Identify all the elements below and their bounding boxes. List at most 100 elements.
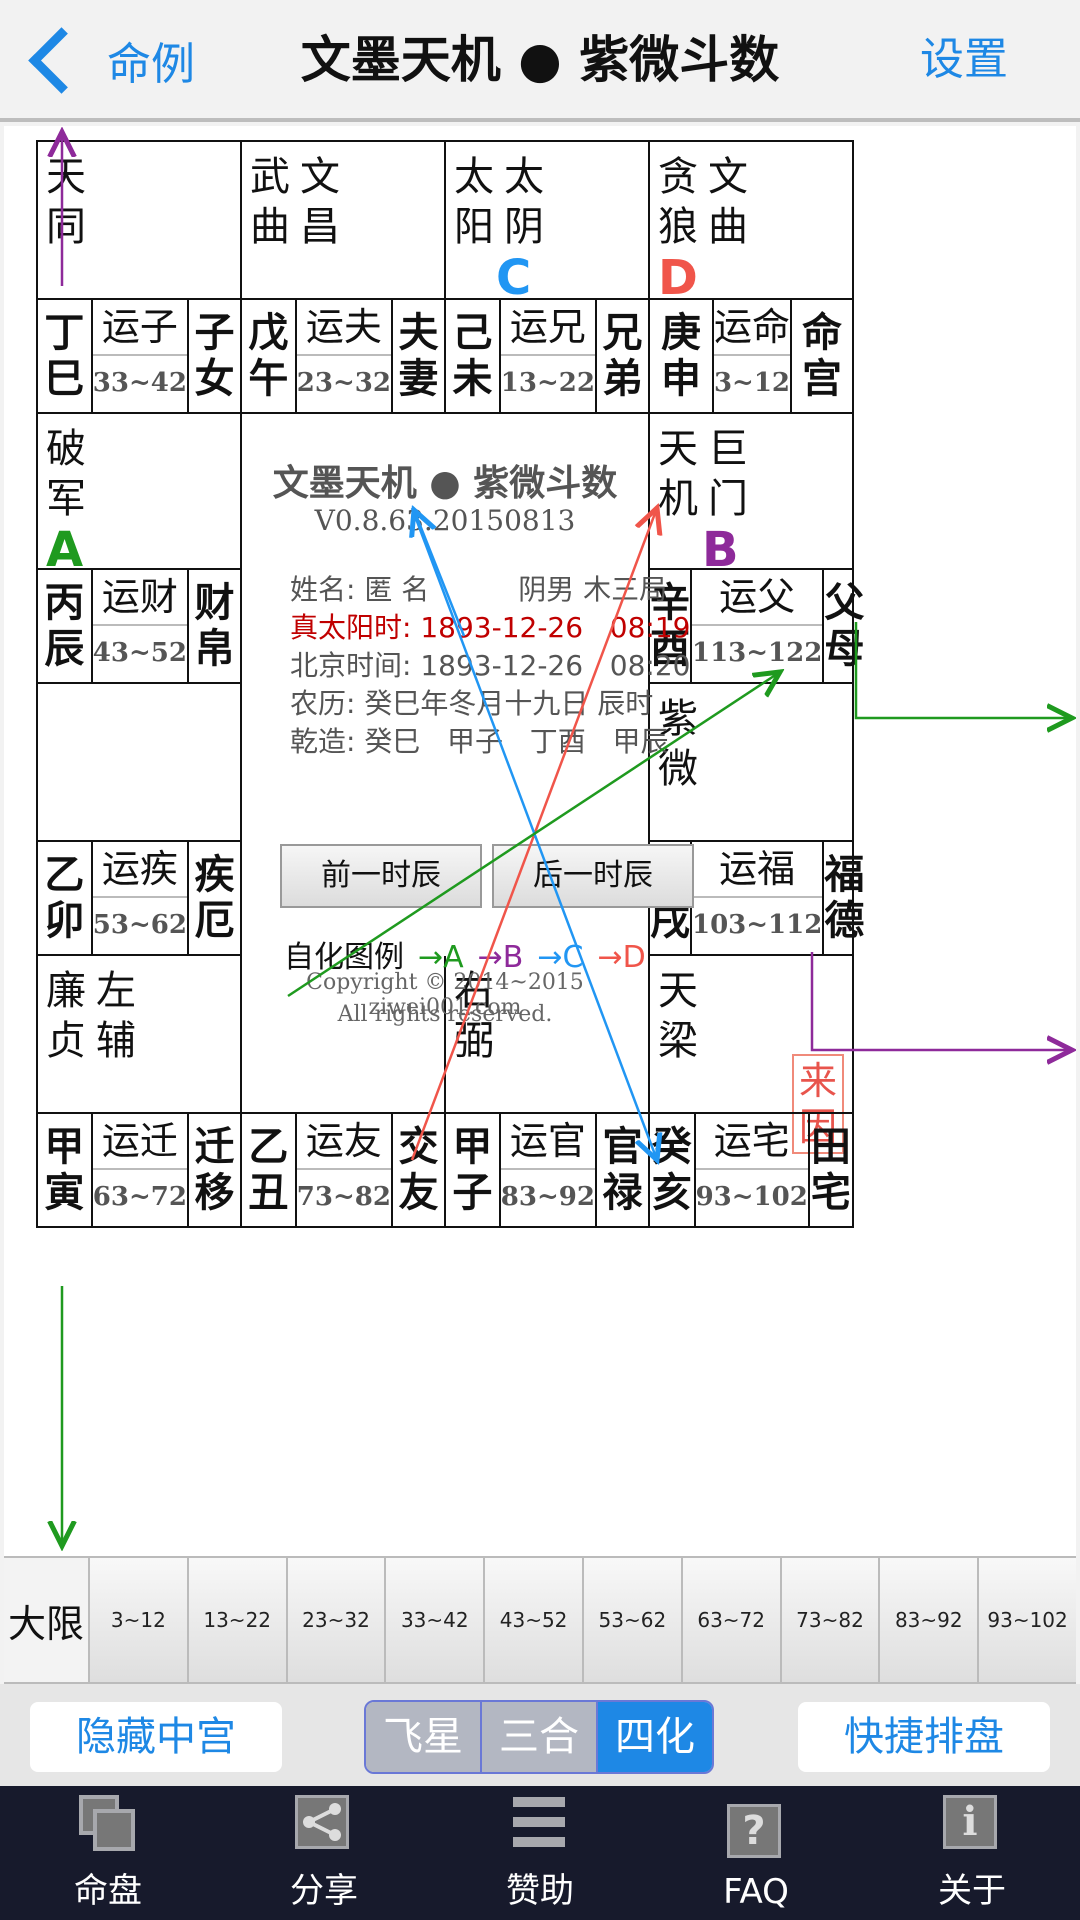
ganzhi-label: 己 未 <box>446 300 501 412</box>
palace-cell[interactable]: 太 阳太 阴C己 未运兄 13~22 兄 弟 <box>444 140 650 414</box>
age-range: 3~12 <box>713 368 791 398</box>
nav-item-menu[interactable]: 赞助 <box>432 1786 648 1920</box>
daxian-item[interactable]: 3~12 <box>90 1558 189 1682</box>
nav-label: 关于 <box>938 1871 1006 1911</box>
palace-footer: 丙 辰运财 43~52 财 帛 <box>38 568 240 682</box>
version-label: V0.8.63.20150813 <box>314 504 576 537</box>
back-button[interactable]: 命例 <box>24 10 195 110</box>
mode-segmented-control: 飞星 三合 四化 <box>364 1700 714 1774</box>
yun-label: 运父 <box>692 570 823 626</box>
star-name: 巨 门 <box>708 426 750 522</box>
daxian-row: 大限 3~12 13~22 23~32 33~42 43~52 53~62 63~72 73~… <box>4 1556 1076 1684</box>
mode-tab[interactable]: 四化 <box>598 1702 712 1772</box>
star-name: 左 辅 <box>96 968 138 1064</box>
palace-cell[interactable]: 破 军A丙 辰运财 43~52 财 帛 <box>36 412 242 684</box>
age-range: 103~112 <box>692 910 823 940</box>
palace-cell[interactable]: 紫 微壬 戌运福103~112福 德 <box>648 682 864 956</box>
yun-label: 运福 <box>692 842 823 898</box>
palace-name: 父 母 <box>822 570 864 682</box>
arrow-green-right <box>854 622 1072 718</box>
palace-name: 疾 厄 <box>186 842 240 954</box>
palace-stars: 破 军 <box>46 424 88 524</box>
age-range: 93~102 <box>695 1182 808 1212</box>
palace-footer: 丁 巳运子 33~42 子 女 <box>38 298 240 412</box>
yun-label: 运迁 <box>92 1114 187 1170</box>
mode-tab[interactable]: 飞星 <box>366 1702 482 1772</box>
yun-block: 运命 3~12 <box>713 300 791 412</box>
quick-chart-button[interactable]: 快捷排盘 <box>798 1702 1050 1772</box>
palace-cell[interactable]: 武 曲文 昌戊 午运夫 23~32 夫 妻 <box>240 140 446 414</box>
palace-cell[interactable]: 乙 卯运疾 53~62 疾 厄 <box>36 682 242 956</box>
star-name: 武 曲 <box>250 154 292 250</box>
star-name: 太 阴 <box>504 154 546 250</box>
yun-label: 运兄 <box>500 300 595 356</box>
age-range: 33~42 <box>92 368 187 398</box>
palace-cell[interactable]: 天 同丁 巳运子 33~42 子 女 <box>36 140 242 414</box>
star-name: 破 军 <box>46 426 88 522</box>
star-name: 文 曲 <box>708 154 750 250</box>
yun-label: 运子 <box>92 300 187 356</box>
age-range: 13~22 <box>500 368 595 398</box>
nav-item-help[interactable]: ? FAQ <box>648 1786 864 1920</box>
yun-block: 运财 43~52 <box>92 570 187 682</box>
menu-icon <box>511 1795 569 1853</box>
header: 命例 文墨天机 ● 紫微斗数 设置 <box>0 0 1080 122</box>
yun-label: 运命 <box>713 300 791 356</box>
ganzhi-label: 庚 申 <box>650 300 714 412</box>
age-range: 53~62 <box>92 910 187 940</box>
ganzhi-label: 丙 辰 <box>38 570 93 682</box>
age-range: 83~92 <box>500 1182 595 1212</box>
daxian-item[interactable]: 63~72 <box>682 1558 782 1682</box>
daxian-item[interactable]: 53~62 <box>583 1558 683 1682</box>
nav-item-info[interactable]: i 关于 <box>864 1786 1080 1920</box>
daxian-item[interactable]: 33~42 <box>386 1558 486 1682</box>
daxian-item[interactable]: 83~92 <box>880 1558 980 1682</box>
palace-footer: 乙 丑运友 73~82 交 友 <box>242 1112 444 1226</box>
yun-label: 运疾 <box>92 842 187 898</box>
ganzhi-label: 甲 寅 <box>38 1114 93 1226</box>
yun-label: 运友 <box>296 1114 391 1170</box>
settings-button[interactable]: 设置 <box>920 10 1008 110</box>
mode-tab[interactable]: 三合 <box>482 1702 598 1772</box>
daxian-item[interactable]: 93~102 <box>979 1558 1076 1682</box>
name-line: 姓名: 匿 名 阴男 木三局 <box>290 573 668 606</box>
palace-name: 交 友 <box>390 1114 444 1226</box>
palace-name: 命 宫 <box>790 300 852 412</box>
palace-name: 迁 移 <box>186 1114 240 1226</box>
age-range: 23~32 <box>296 368 391 398</box>
palace-cell[interactable]: 贪 狼文 曲D庚 申运命 3~12 命 宫 <box>648 140 854 414</box>
lunar-date: 农历: 癸巳年冬月十九日 辰时 <box>290 687 654 720</box>
yun-label: 运官 <box>500 1114 595 1170</box>
nav-label: 分享 <box>290 1871 358 1911</box>
center-title: 文墨天机 ● 紫微斗数 <box>272 463 618 504</box>
prev-hour-button[interactable]: 前一时辰 <box>280 844 482 908</box>
yun-block: 运迁 63~72 <box>92 1114 187 1226</box>
yun-block: 运疾 53~62 <box>92 842 187 954</box>
nav-item-share[interactable]: 分享 <box>216 1786 432 1920</box>
beijing-time: 北京时间: 1893-12-26 08:20 <box>290 649 691 682</box>
yun-block: 运官 83~92 <box>500 1114 595 1226</box>
palace-footer: 乙 卯运疾 53~62 疾 厄 <box>38 840 240 954</box>
palace-cell[interactable]: 天 梁来因癸 亥运宅 93~102 田 宅 <box>648 954 854 1228</box>
next-hour-button[interactable]: 后一时辰 <box>492 844 694 908</box>
nav-item-chart[interactable]: 命盘 <box>0 1786 216 1920</box>
chart-icon <box>79 1795 137 1853</box>
yun-label: 运夫 <box>296 300 391 356</box>
true-solar-time: 真太阳时: 1893-12-26 08:19 <box>290 611 691 644</box>
rights-text: All rights reserved. <box>337 1002 553 1027</box>
ganzhi-label: 乙 丑 <box>242 1114 297 1226</box>
bazi-line: 乾造: 癸巳 甲子 丁酉 甲辰 <box>290 725 669 758</box>
daxian-item[interactable]: 13~22 <box>188 1558 288 1682</box>
palace-cell[interactable]: 廉 贞左 辅甲 寅运迁 63~72 迁 移 <box>36 954 242 1228</box>
daxian-item[interactable]: 23~32 <box>287 1558 387 1682</box>
palace-footer: 甲 子运官 83~92 官 禄 <box>446 1112 648 1226</box>
daxian-item[interactable]: 73~82 <box>781 1558 881 1682</box>
hide-center-button[interactable]: 隐藏中宫 <box>30 1702 282 1772</box>
ganzhi-label: 癸 亥 <box>650 1114 696 1226</box>
ganzhi-label: 戊 午 <box>242 300 297 412</box>
palace-name: 福 德 <box>822 842 864 954</box>
yun-label: 运宅 <box>695 1114 808 1170</box>
back-label: 命例 <box>107 39 195 90</box>
daxian-item[interactable]: 43~52 <box>485 1558 584 1682</box>
yun-block: 运夫 23~32 <box>296 300 391 412</box>
